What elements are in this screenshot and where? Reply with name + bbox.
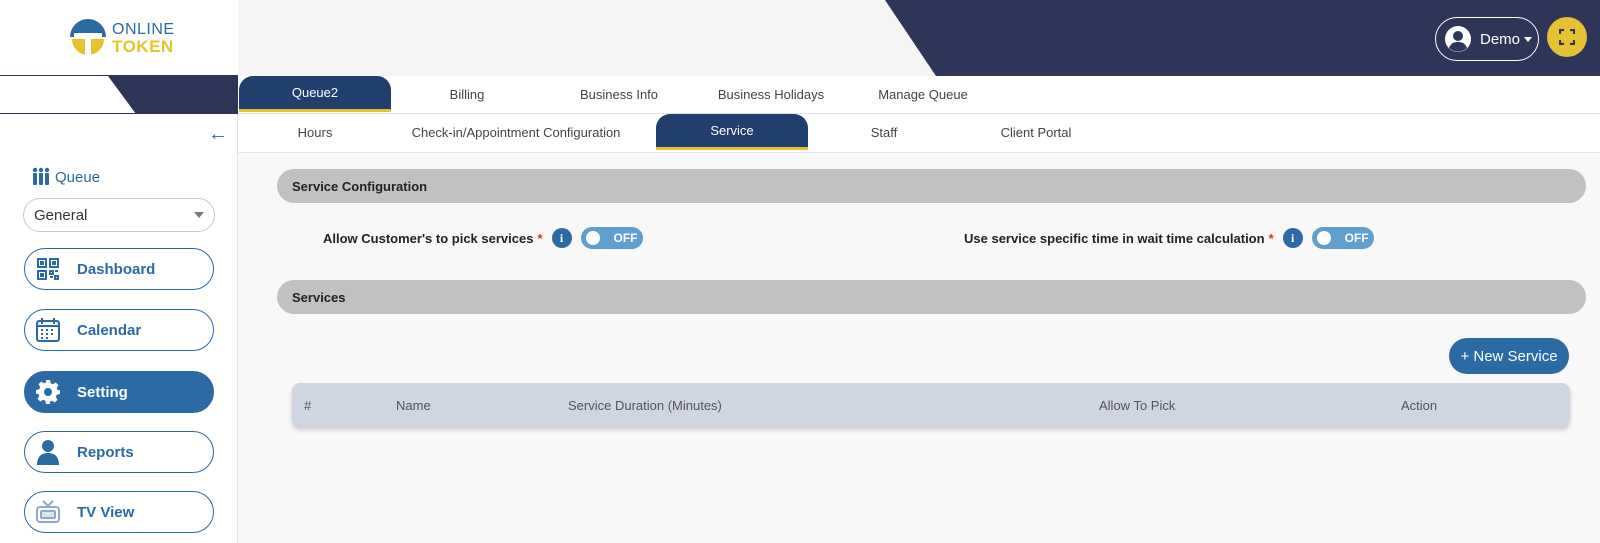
sidebar-decor-band xyxy=(0,76,238,114)
sidebar-item-label: TV View xyxy=(77,503,135,521)
online-token-logo-icon xyxy=(70,19,106,57)
toggle-state: OFF xyxy=(1344,231,1369,245)
toggle-state: OFF xyxy=(613,231,638,245)
tab-checkin-appointment-configuration[interactable]: Check-in/Appointment Configuration xyxy=(391,114,641,150)
services-header: Services xyxy=(277,280,1586,314)
sidebar-item-label: Calendar xyxy=(77,321,142,339)
column-header-allow-to-pick[interactable]: Allow To Pick xyxy=(1099,383,1175,427)
brand-line1: ONLINE xyxy=(112,21,175,38)
column-header-index[interactable]: # xyxy=(304,383,311,427)
tab-hours[interactable]: Hours xyxy=(239,114,391,150)
column-header-action[interactable]: Action xyxy=(1401,383,1437,427)
sidebar-item-label: Setting xyxy=(77,383,128,401)
brand-logo[interactable]: ONLINE TOKEN xyxy=(0,0,238,76)
tv-icon xyxy=(35,499,61,525)
toggle-knob xyxy=(585,231,600,245)
queue-label: Queue xyxy=(31,167,100,187)
qr-code-icon xyxy=(35,256,61,282)
service-configuration-header: Service Configuration xyxy=(277,169,1586,203)
queue-label-text: Queue xyxy=(55,168,101,186)
fullscreen-button[interactable] xyxy=(1547,17,1587,57)
required-asterisk: * xyxy=(537,230,543,246)
service-specific-time-option: Use service specific time in wait time c… xyxy=(964,227,1374,249)
tabs-secondary: Hours Check-in/Appointment Configuration… xyxy=(238,114,1600,153)
sidebar-item-dashboard[interactable]: Dashboard xyxy=(24,248,214,290)
user-menu-button[interactable]: Demo xyxy=(1435,17,1539,61)
required-asterisk: * xyxy=(1268,230,1274,246)
person-icon xyxy=(35,439,61,465)
allow-pick-services-toggle[interactable]: OFF xyxy=(580,227,643,249)
sidebar-item-setting[interactable]: Setting xyxy=(24,371,214,413)
info-icon[interactable]: i xyxy=(1282,228,1303,248)
caret-down-icon xyxy=(1524,36,1533,42)
option-label: Use service specific time in wait time c… xyxy=(964,230,1265,246)
service-specific-time-toggle[interactable]: OFF xyxy=(1311,227,1374,249)
tab-staff[interactable]: Staff xyxy=(808,114,960,150)
tab-business-holidays[interactable]: Business Holidays xyxy=(695,76,847,112)
toggle-knob xyxy=(1316,231,1331,245)
brand-line2: TOKEN xyxy=(112,37,174,56)
people-icon xyxy=(32,167,50,185)
collapse-sidebar-icon[interactable]: ← xyxy=(208,124,230,144)
sidebar-item-reports[interactable]: Reports xyxy=(24,431,214,473)
top-header xyxy=(238,0,1600,76)
option-label: Allow Customer's to pick services xyxy=(323,230,534,246)
tab-business-info[interactable]: Business Info xyxy=(543,76,695,112)
column-header-duration[interactable]: Service Duration (Minutes) xyxy=(568,383,722,427)
tab-queue2[interactable]: Queue2 xyxy=(239,76,391,112)
tabs-primary: Queue2 Billing Business Info Business Ho… xyxy=(238,76,1600,114)
calendar-icon xyxy=(35,317,61,343)
sidebar-item-label: Dashboard xyxy=(77,260,156,278)
queue-select-value: General xyxy=(34,206,88,224)
tab-manage-queue[interactable]: Manage Queue xyxy=(847,76,999,112)
sidebar-item-label: Reports xyxy=(77,443,134,461)
tab-client-portal[interactable]: Client Portal xyxy=(960,114,1112,150)
queue-select[interactable]: General xyxy=(23,198,215,232)
chevron-down-icon xyxy=(194,212,204,218)
sidebar-item-calendar[interactable]: Calendar xyxy=(24,309,214,351)
info-icon[interactable]: i xyxy=(551,228,572,248)
user-avatar-icon xyxy=(1445,26,1471,52)
tab-service[interactable]: Service xyxy=(656,114,808,150)
gear-icon xyxy=(35,379,61,405)
brand-wordmark: ONLINE TOKEN xyxy=(112,21,175,55)
services-table-header: # Name Service Duration (Minutes) Allow … xyxy=(292,383,1570,427)
expand-icon xyxy=(1559,29,1575,45)
sidebar: ONLINE TOKEN ← Queue General Dashboard C… xyxy=(0,0,238,543)
allow-pick-services-option: Allow Customer's to pick services * i OF… xyxy=(323,227,643,249)
new-service-button[interactable]: + New Service xyxy=(1449,338,1569,374)
sidebar-item-tv-view[interactable]: TV View xyxy=(24,491,214,533)
tab-billing[interactable]: Billing xyxy=(391,76,543,112)
user-name: Demo xyxy=(1480,30,1521,48)
column-header-name[interactable]: Name xyxy=(396,383,431,427)
